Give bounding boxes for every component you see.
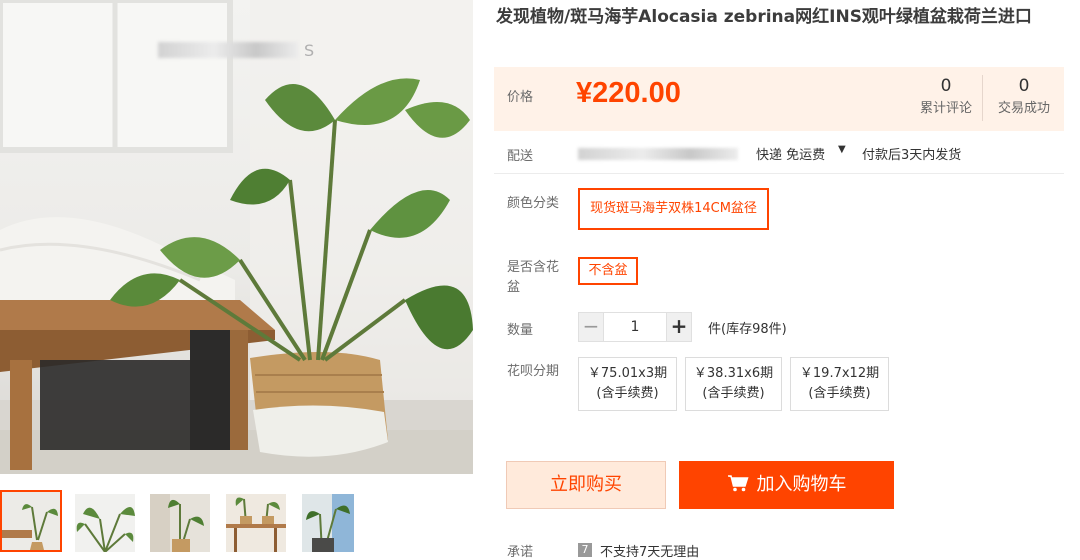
sales-count: 0	[1018, 76, 1030, 96]
chevron-down-icon[interactable]: ▼	[838, 144, 846, 155]
sales-stat: 0 交易成功	[994, 75, 1054, 116]
pot-option-selected[interactable]: 不含盆	[578, 257, 638, 285]
pot-label: 是否含花盆	[507, 260, 560, 295]
price-value: ¥220.00	[576, 77, 681, 109]
thumbnail-2[interactable]	[75, 494, 135, 552]
installment-amount: ￥19.7x12期	[799, 366, 880, 381]
thumbnail-5[interactable]	[302, 494, 354, 552]
installment-amount: ￥38.31x6期	[693, 366, 774, 381]
image-watermark: S	[304, 41, 315, 60]
ship-time: 付款后3天内发货	[862, 148, 962, 163]
reviews-count: 0	[940, 76, 952, 96]
sales-label: 交易成功	[997, 101, 1050, 116]
installment-option-3[interactable]: ￥75.01x3期 (含手续费)	[578, 357, 677, 411]
delivery-origin-blur	[578, 148, 738, 160]
installment-fee: (含手续费)	[596, 386, 659, 401]
promise-label: 承诺	[507, 545, 534, 560]
product-title: 发现植物/斑马海芋Alocasia zebrina网红INS观叶绿植盆栽荷兰进口	[496, 7, 1032, 27]
quantity-increase-button[interactable]: +	[666, 312, 692, 342]
buy-now-button[interactable]: 立即购买	[506, 461, 666, 509]
add-to-cart-label: 加入购物车	[756, 474, 847, 495]
price-label: 价格	[507, 90, 534, 105]
thumbnail-1[interactable]	[0, 490, 62, 552]
reviews-stat[interactable]: 0 累计评论	[916, 75, 976, 116]
plant-photo	[0, 0, 473, 474]
divider	[494, 173, 1064, 174]
installment-fee: (含手续费)	[702, 386, 765, 401]
stock-text: 件(库存98件)	[708, 322, 787, 337]
quantity-input[interactable]: 1	[604, 312, 666, 342]
promise-text: 不支持7天无理由	[600, 545, 700, 560]
color-option-selected[interactable]: 现货斑马海芋双株14CM盆径	[578, 188, 769, 230]
cart-icon	[727, 475, 749, 492]
delivery-method[interactable]: 快递 免运费	[756, 144, 825, 163]
thumbnail-4[interactable]	[226, 494, 286, 552]
color-option-label: 现货斑马海芋双株14CM盆径	[590, 201, 757, 216]
quantity-decrease-button[interactable]: −	[578, 312, 604, 342]
reviews-label: 累计评论	[919, 101, 972, 116]
installment-option-6[interactable]: ￥38.31x6期 (含手续费)	[685, 357, 782, 411]
quantity-label: 数量	[507, 323, 534, 338]
installment-amount: ￥75.01x3期	[587, 366, 668, 381]
main-product-image[interactable]: S	[0, 0, 473, 474]
delivery-label: 配送	[507, 149, 534, 164]
stat-divider	[982, 75, 983, 121]
price-panel: 价格 ¥220.00 0 累计评论 0 交易成功	[494, 67, 1064, 131]
installment-label: 花呗分期	[507, 364, 560, 379]
color-label: 颜色分类	[507, 196, 560, 211]
pot-option-label: 不含盆	[588, 263, 628, 278]
add-to-cart-button[interactable]: 加入购物车	[679, 461, 894, 509]
thumbnail-3[interactable]	[150, 494, 210, 552]
installment-fee: (含手续费)	[808, 386, 871, 401]
watermark-blur	[158, 42, 298, 58]
installment-option-12[interactable]: ￥19.7x12期 (含手续费)	[790, 357, 889, 411]
